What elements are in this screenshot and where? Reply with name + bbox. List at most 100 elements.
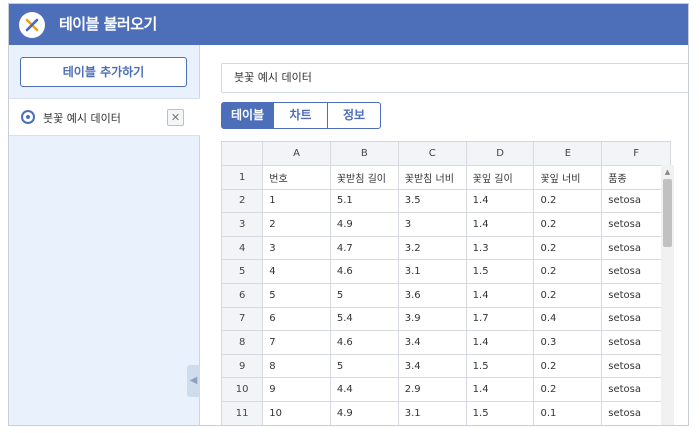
table-name-input[interactable]: 붓꽃 예시 데이터 (221, 63, 688, 93)
grid-cell[interactable]: 10 (262, 401, 331, 425)
vertical-scrollbar[interactable]: ▲ (661, 165, 674, 425)
grid-cell[interactable]: 4.4 (330, 377, 399, 403)
grid-cell[interactable]: 0.4 (533, 307, 603, 332)
grid-cell[interactable]: 5 (330, 354, 399, 379)
row-header[interactable]: 1 (222, 165, 264, 190)
grid-cell[interactable]: 4.9 (330, 212, 399, 237)
spreadsheet-table: A B C D E F 1 번호 꽃받침 길이 꽃받침 너비 꽃잎 길이 꽃잎 너비 품종 2… (222, 142, 671, 425)
grid-cell[interactable]: 1.5 (466, 401, 535, 425)
grid-cell[interactable]: 8 (262, 354, 331, 379)
scrollbar-thumb[interactable] (663, 179, 672, 247)
grid-cell[interactable]: 0.2 (533, 236, 603, 261)
grid-cell[interactable]: 5 (262, 283, 331, 308)
grid-cell[interactable]: 3 (398, 212, 467, 237)
column-header[interactable]: E (533, 142, 603, 167)
grid-cell[interactable]: 1 (262, 189, 331, 214)
add-table-button[interactable]: 테이블 추가하기 (20, 57, 187, 87)
grid-cell[interactable]: 5.4 (330, 307, 399, 332)
row-header[interactable]: 3 (222, 212, 264, 237)
grid-cell[interactable]: 2.9 (398, 377, 467, 403)
grid-cell[interactable]: 7 (262, 330, 331, 355)
window-title: 테이블 불러오기 (59, 15, 157, 33)
grid-cell[interactable]: 3.6 (398, 283, 467, 308)
grid-cell[interactable]: 3.4 (398, 330, 467, 355)
grid-cell[interactable]: 3.9 (398, 307, 467, 332)
compass-icon (21, 110, 35, 124)
column-header[interactable]: A (262, 142, 331, 167)
grid-cell[interactable]: 0.2 (533, 354, 603, 379)
grid-cell[interactable]: 0.1 (533, 401, 603, 425)
tab-info[interactable]: 정보 (327, 102, 381, 129)
grid-cell[interactable]: 0.2 (533, 259, 603, 285)
grid-cell[interactable]: 5.1 (330, 189, 399, 214)
column-header[interactable]: B (330, 142, 399, 167)
scroll-up-icon[interactable]: ▲ (661, 167, 674, 177)
close-icon[interactable]: ✕ (167, 109, 184, 126)
column-header[interactable]: C (398, 142, 467, 167)
table-row: 11 10 4.9 3.1 1.5 0.1 setosa (222, 401, 671, 425)
tab-table[interactable]: 테이블 (221, 102, 274, 129)
row-header[interactable]: 10 (222, 377, 264, 403)
table-row: 4 3 4.7 3.2 1.3 0.2 setosa (222, 236, 671, 261)
grid-cell[interactable]: 1.4 (466, 330, 535, 355)
grid-cell[interactable]: 꽃받침 너비 (398, 165, 467, 190)
grid-cell[interactable]: 0.2 (533, 283, 603, 308)
row-header[interactable]: 2 (222, 189, 264, 214)
grid-cell[interactable]: 2 (262, 212, 331, 237)
row-header[interactable]: 4 (222, 236, 264, 261)
grid-cell[interactable]: 4.6 (330, 330, 399, 355)
row-header[interactable]: 7 (222, 307, 264, 332)
row-header[interactable]: 9 (222, 354, 264, 379)
grid-cell[interactable]: 4.6 (330, 259, 399, 285)
row-header[interactable]: 8 (222, 330, 264, 355)
grid-cell[interactable]: 1.4 (466, 377, 535, 403)
row-header[interactable]: 5 (222, 259, 264, 285)
collapse-sidebar-handle[interactable]: ◀ (187, 365, 200, 397)
grid-cell[interactable]: 0.2 (533, 377, 603, 403)
grid-cell[interactable]: 1.4 (466, 212, 535, 237)
grid-cell[interactable]: 3.1 (398, 401, 467, 425)
table-row: 8 7 4.6 3.4 1.4 0.3 setosa (222, 330, 671, 355)
row-header[interactable]: 6 (222, 283, 264, 308)
grid-cell[interactable]: 1.5 (466, 354, 535, 379)
app-logo-icon (19, 12, 45, 38)
tab-chart[interactable]: 차트 (273, 102, 328, 129)
column-header-row: A B C D E F (222, 142, 671, 167)
grid-cell[interactable]: 번호 (262, 165, 331, 190)
grid-cell[interactable]: 0.2 (533, 212, 603, 237)
grid-cell[interactable]: 3.5 (398, 189, 467, 214)
grid-cell[interactable]: 3.2 (398, 236, 467, 261)
grid-cell[interactable]: 3.1 (398, 259, 467, 285)
app-window: 테이블 불러오기 테이블 추가하기 붓꽃 예시 데이터 ✕ ◀ 붓꽃 예시 데이… (8, 3, 689, 426)
grid-cell[interactable]: 3 (262, 236, 331, 261)
table-row: 9 8 5 3.4 1.5 0.2 setosa (222, 354, 671, 379)
grid-cell[interactable]: 3.4 (398, 354, 467, 379)
table-row: 3 2 4.9 3 1.4 0.2 setosa (222, 212, 671, 237)
grid-cell[interactable]: 4.9 (330, 401, 399, 425)
grid-cell[interactable]: 4.7 (330, 236, 399, 261)
grid-cell[interactable]: 1.4 (466, 283, 535, 308)
data-grid: A B C D E F 1 번호 꽃받침 길이 꽃받침 너비 꽃잎 길이 꽃잎 너비 품종 2… (221, 141, 671, 425)
row-header[interactable]: 11 (222, 401, 264, 425)
grid-cell[interactable]: 1.7 (466, 307, 535, 332)
sidebar-item-iris-data[interactable]: 붓꽃 예시 데이터 ✕ (9, 98, 200, 136)
grid-cell[interactable]: 5 (330, 283, 399, 308)
grid-cell[interactable]: 1.3 (466, 236, 535, 261)
table-row: 2 1 5.1 3.5 1.4 0.2 setosa (222, 189, 671, 214)
title-bar: 테이블 불러오기 (9, 4, 688, 45)
grid-cell[interactable]: 꽃받침 길이 (330, 165, 399, 190)
grid-cell[interactable]: 0.3 (533, 330, 603, 355)
column-header[interactable]: F (601, 142, 671, 167)
grid-cell[interactable]: 꽃잎 너비 (533, 165, 603, 190)
grid-cell[interactable]: 9 (262, 377, 331, 403)
sidebar: 테이블 추가하기 붓꽃 예시 데이터 ✕ ◀ (9, 45, 200, 425)
column-header[interactable]: D (466, 142, 535, 167)
grid-cell[interactable]: 1.4 (466, 189, 535, 214)
table-row: 6 5 5 3.6 1.4 0.2 setosa (222, 283, 671, 308)
grid-cell[interactable]: 0.2 (533, 189, 603, 214)
grid-cell[interactable]: 4 (262, 259, 331, 285)
grid-cell[interactable]: 6 (262, 307, 331, 332)
grid-cell[interactable]: 꽃잎 길이 (466, 165, 535, 190)
grid-corner[interactable] (222, 142, 264, 167)
grid-cell[interactable]: 1.5 (466, 259, 535, 285)
